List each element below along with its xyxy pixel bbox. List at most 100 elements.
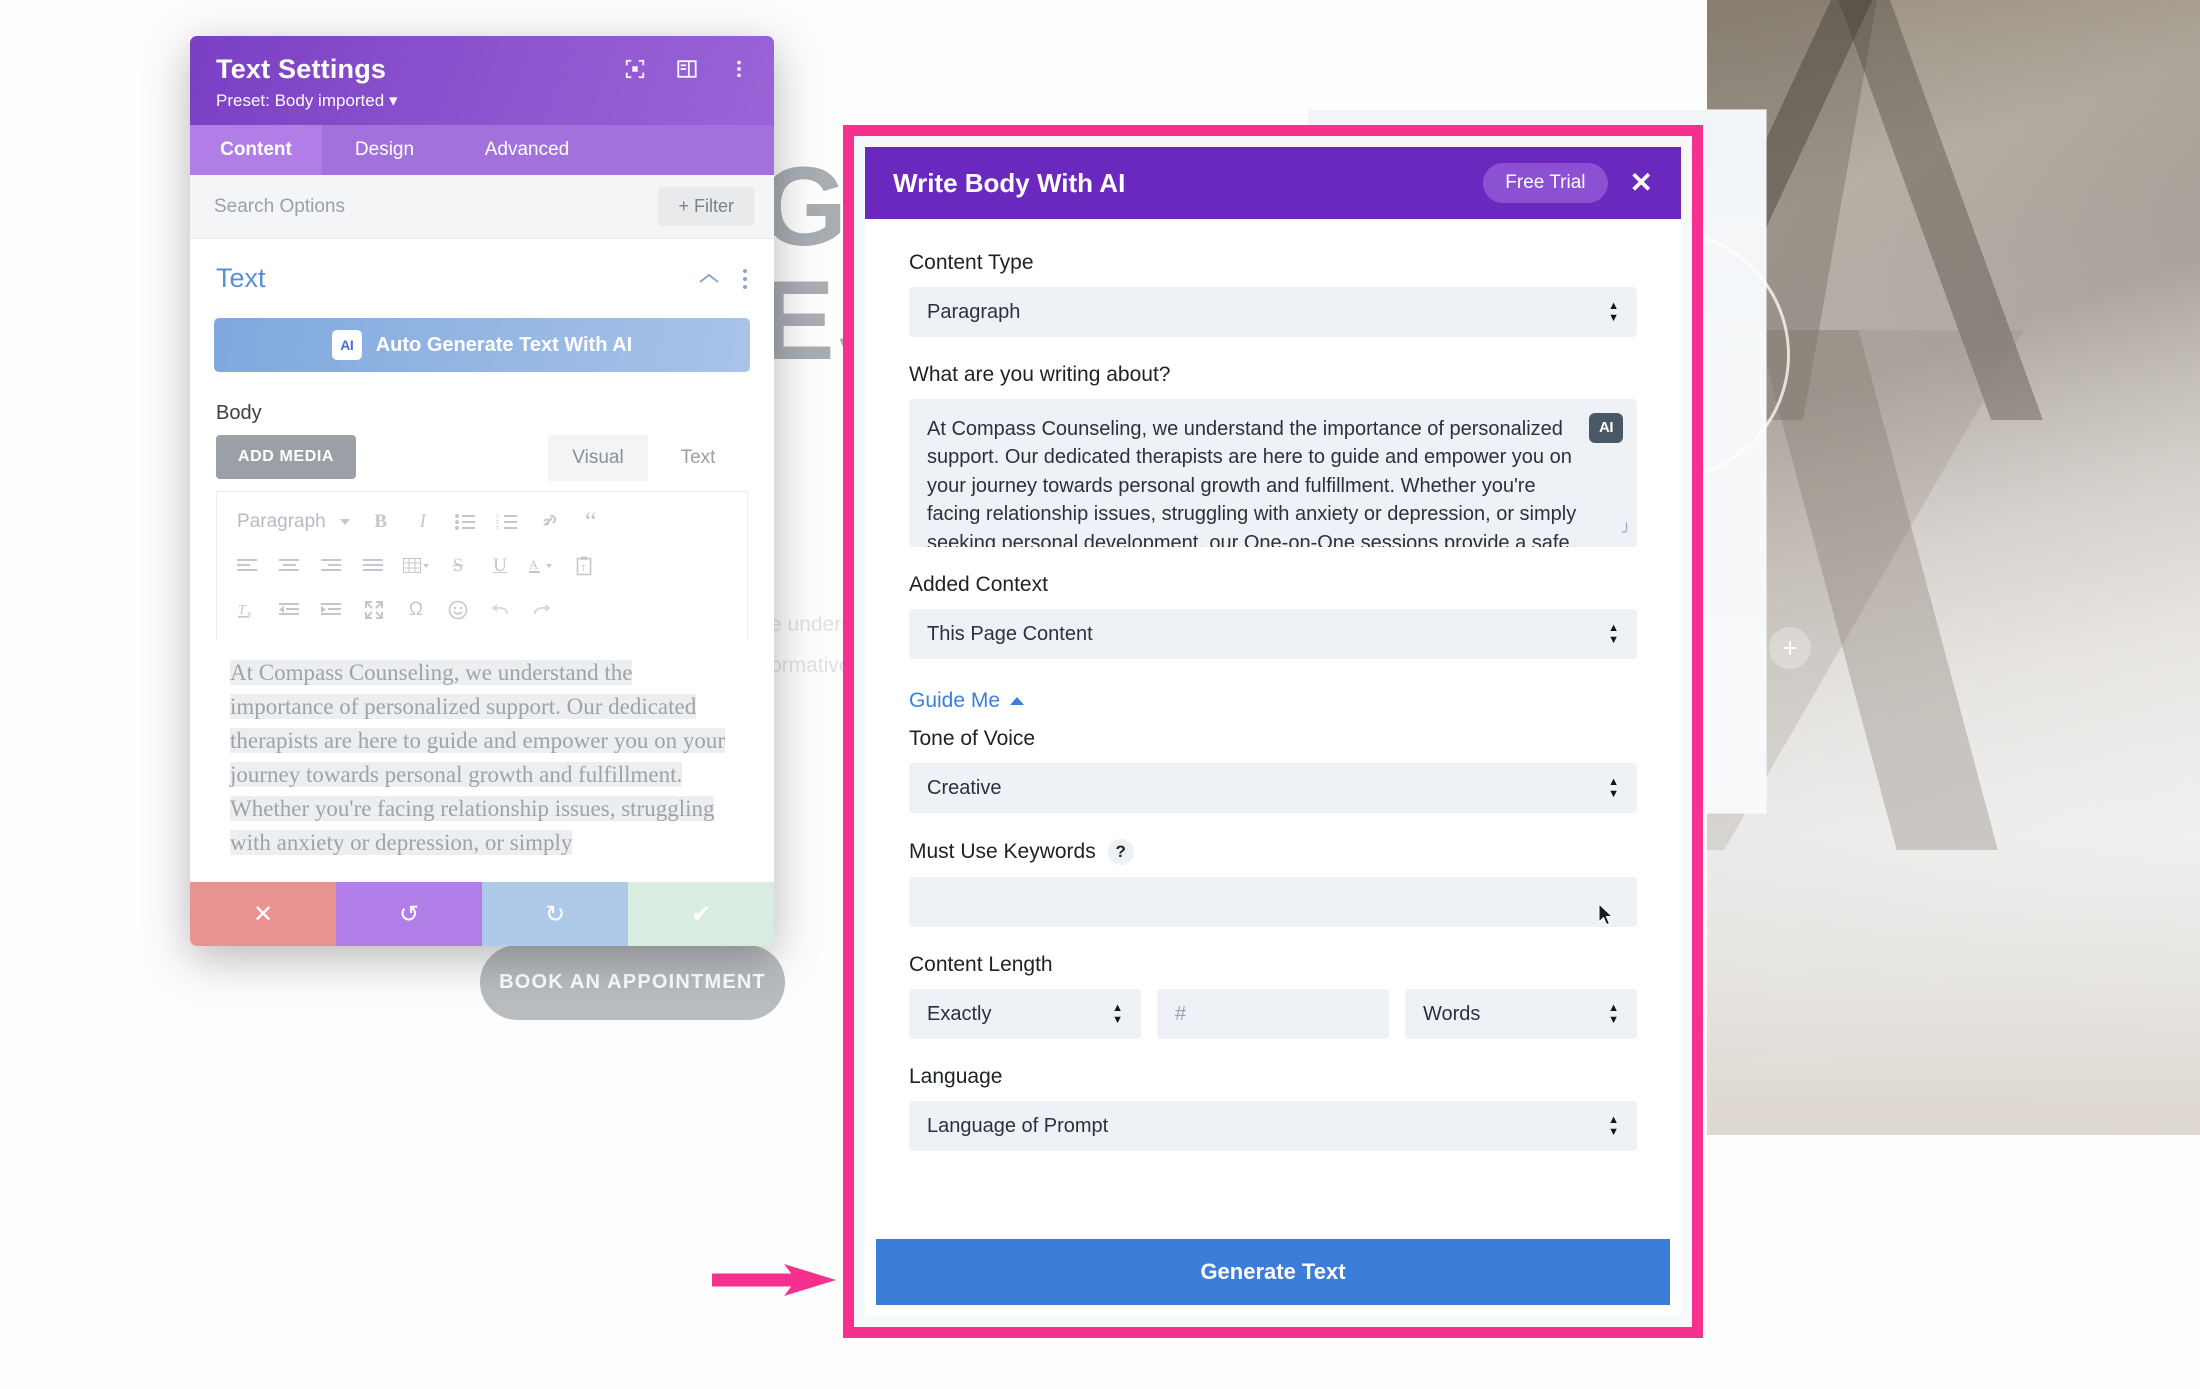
- annotation-arrow: [712, 1264, 836, 1296]
- preset-selector[interactable]: Preset: Body imported ▾: [216, 91, 748, 111]
- plus-icon[interactable]: +: [1769, 627, 1811, 669]
- bulleted-list-icon[interactable]: [446, 505, 484, 539]
- added-context-select[interactable]: This Page Content ▲ ▼: [909, 609, 1637, 659]
- length-unit-select[interactable]: Words ▲ ▼: [1405, 989, 1637, 1039]
- redo-icon[interactable]: [523, 593, 561, 627]
- paste-as-text-icon[interactable]: T: [565, 549, 603, 583]
- mouse-cursor: [1598, 903, 1614, 926]
- redo-button[interactable]: ↻: [482, 882, 628, 946]
- free-trial-badge[interactable]: Free Trial: [1483, 163, 1608, 203]
- book-appointment-button[interactable]: BOOK AN APPOINTMENT: [480, 945, 785, 1020]
- search-options-row: Search Options + Filter: [190, 175, 774, 239]
- modal-header-right: Free Trial ✕: [1483, 163, 1653, 203]
- auto-generate-label: Auto Generate Text With AI: [375, 333, 633, 356]
- settings-action-bar: ✕ ↺ ↻ ✔: [190, 882, 774, 946]
- italic-icon[interactable]: I: [404, 505, 442, 539]
- content-type-select[interactable]: Paragraph ▲ ▼: [909, 287, 1637, 337]
- fullscreen-icon[interactable]: [355, 593, 393, 627]
- underline-icon[interactable]: U: [481, 549, 519, 583]
- generate-text-button[interactable]: Generate Text: [876, 1239, 1670, 1305]
- body-field-label: Body: [216, 402, 262, 424]
- toolbar-row-3: Tx Ω: [223, 588, 741, 632]
- chevron-up-icon[interactable]: [698, 272, 720, 286]
- filter-button[interactable]: + Filter: [658, 187, 754, 226]
- bold-icon[interactable]: B: [362, 505, 400, 539]
- tab-design[interactable]: Design: [322, 125, 447, 175]
- modal-header: Write Body With AI Free Trial ✕: [865, 147, 1681, 219]
- link-icon[interactable]: [530, 505, 568, 539]
- guide-me-toggle[interactable]: Guide Me: [909, 689, 1637, 713]
- text-settings-panel: Text Settings Preset: Body imported ▾ Co…: [190, 36, 774, 946]
- table-icon[interactable]: [397, 549, 435, 583]
- added-context-value: This Page Content: [927, 622, 1093, 645]
- numbered-list-icon[interactable]: 123: [488, 505, 526, 539]
- special-character-icon[interactable]: Ω: [397, 593, 435, 627]
- modal-title: Write Body With AI: [893, 167, 1126, 198]
- content-type-label: Content Type: [909, 251, 1034, 274]
- emoji-icon[interactable]: [439, 593, 477, 627]
- help-icon[interactable]: ?: [1107, 839, 1134, 865]
- length-unit-value: Words: [1423, 1002, 1481, 1025]
- cancel-button[interactable]: ✕: [190, 882, 336, 946]
- align-left-icon[interactable]: [229, 549, 267, 583]
- resize-handle-icon[interactable]: ╯: [1622, 522, 1631, 543]
- length-mode-select[interactable]: Exactly ▲ ▼: [909, 989, 1141, 1039]
- focus-target-icon[interactable]: [624, 58, 646, 80]
- indent-icon[interactable]: [313, 593, 351, 627]
- language-value: Language of Prompt: [927, 1114, 1109, 1137]
- chevron-updown-icon: ▲ ▼: [1608, 300, 1619, 324]
- editor-toolbar: Paragraph B I 123 “ S U A T T x Ω: [216, 491, 748, 640]
- save-button[interactable]: ✔: [628, 882, 774, 946]
- clear-formatting-icon[interactable]: Tx: [229, 593, 267, 627]
- layout-panel-icon[interactable]: [676, 58, 698, 80]
- more-vertical-icon[interactable]: [728, 58, 750, 80]
- text-color-icon[interactable]: A: [523, 549, 561, 583]
- chevron-updown-icon: ▲ ▼: [1608, 1002, 1619, 1026]
- strikethrough-icon[interactable]: S: [439, 549, 477, 583]
- body-editor-content[interactable]: At Compass Counseling, we understand the…: [216, 640, 748, 860]
- tone-of-voice-select[interactable]: Creative ▲ ▼: [909, 763, 1637, 813]
- align-center-icon[interactable]: [271, 549, 309, 583]
- content-length-label: Content Length: [909, 953, 1053, 976]
- tone-of-voice-value: Creative: [927, 776, 1002, 799]
- tab-text[interactable]: Text: [648, 435, 748, 481]
- undo-button[interactable]: ↺: [336, 882, 482, 946]
- added-context-label: Added Context: [909, 573, 1048, 596]
- modal-footer: Generate Text: [865, 1239, 1681, 1316]
- align-right-icon[interactable]: [313, 549, 351, 583]
- tab-content[interactable]: Content: [190, 125, 322, 175]
- search-input[interactable]: Search Options: [214, 196, 345, 218]
- outdent-icon[interactable]: [271, 593, 309, 627]
- tab-visual[interactable]: Visual: [548, 435, 648, 481]
- body-editor-text: At Compass Counseling, we understand the…: [230, 660, 725, 856]
- must-use-keywords-input[interactable]: [909, 877, 1637, 927]
- content-length-row: Exactly ▲ ▼ # Words ▲ ▼: [909, 989, 1637, 1039]
- undo-icon[interactable]: [481, 593, 519, 627]
- add-media-button[interactable]: ADD MEDIA: [216, 435, 357, 479]
- settings-header-icons: [624, 58, 750, 80]
- language-select[interactable]: Language of Prompt ▲ ▼: [909, 1101, 1637, 1151]
- guide-me-label: Guide Me: [909, 689, 1001, 712]
- length-number-input[interactable]: #: [1157, 989, 1389, 1039]
- svg-text:3: 3: [496, 526, 499, 531]
- toolbar-row-1: Paragraph B I 123 “: [223, 500, 741, 544]
- ai-icon[interactable]: AI: [1589, 413, 1623, 443]
- filter-label: Filter: [694, 196, 734, 216]
- chevron-up-icon: [1010, 697, 1025, 705]
- toolbar-row-2: S U A T: [223, 544, 741, 588]
- prompt-textarea[interactable]: At Compass Counseling, we understand the…: [909, 399, 1637, 547]
- tone-of-voice-label: Tone of Voice: [909, 727, 1036, 750]
- editor-mode-tabs: Visual Text: [548, 435, 748, 481]
- preset-label: Preset: Body imported: [216, 91, 385, 110]
- text-section-header: Text: [190, 239, 774, 302]
- align-justify-icon[interactable]: [355, 549, 393, 583]
- format-select[interactable]: Paragraph: [229, 511, 358, 533]
- chevron-updown-icon: ▲ ▼: [1112, 1002, 1123, 1026]
- settings-panel-body: Text AI Auto Generate Text With AI Body …: [190, 239, 774, 882]
- auto-generate-text-button[interactable]: AI Auto Generate Text With AI: [214, 318, 750, 372]
- tab-advanced[interactable]: Advanced: [447, 125, 607, 175]
- blockquote-icon[interactable]: “: [572, 505, 610, 539]
- close-icon[interactable]: ✕: [1630, 169, 1653, 197]
- editor-top-row: ADD MEDIA Visual Text: [190, 435, 774, 481]
- more-vertical-icon[interactable]: [742, 268, 748, 290]
